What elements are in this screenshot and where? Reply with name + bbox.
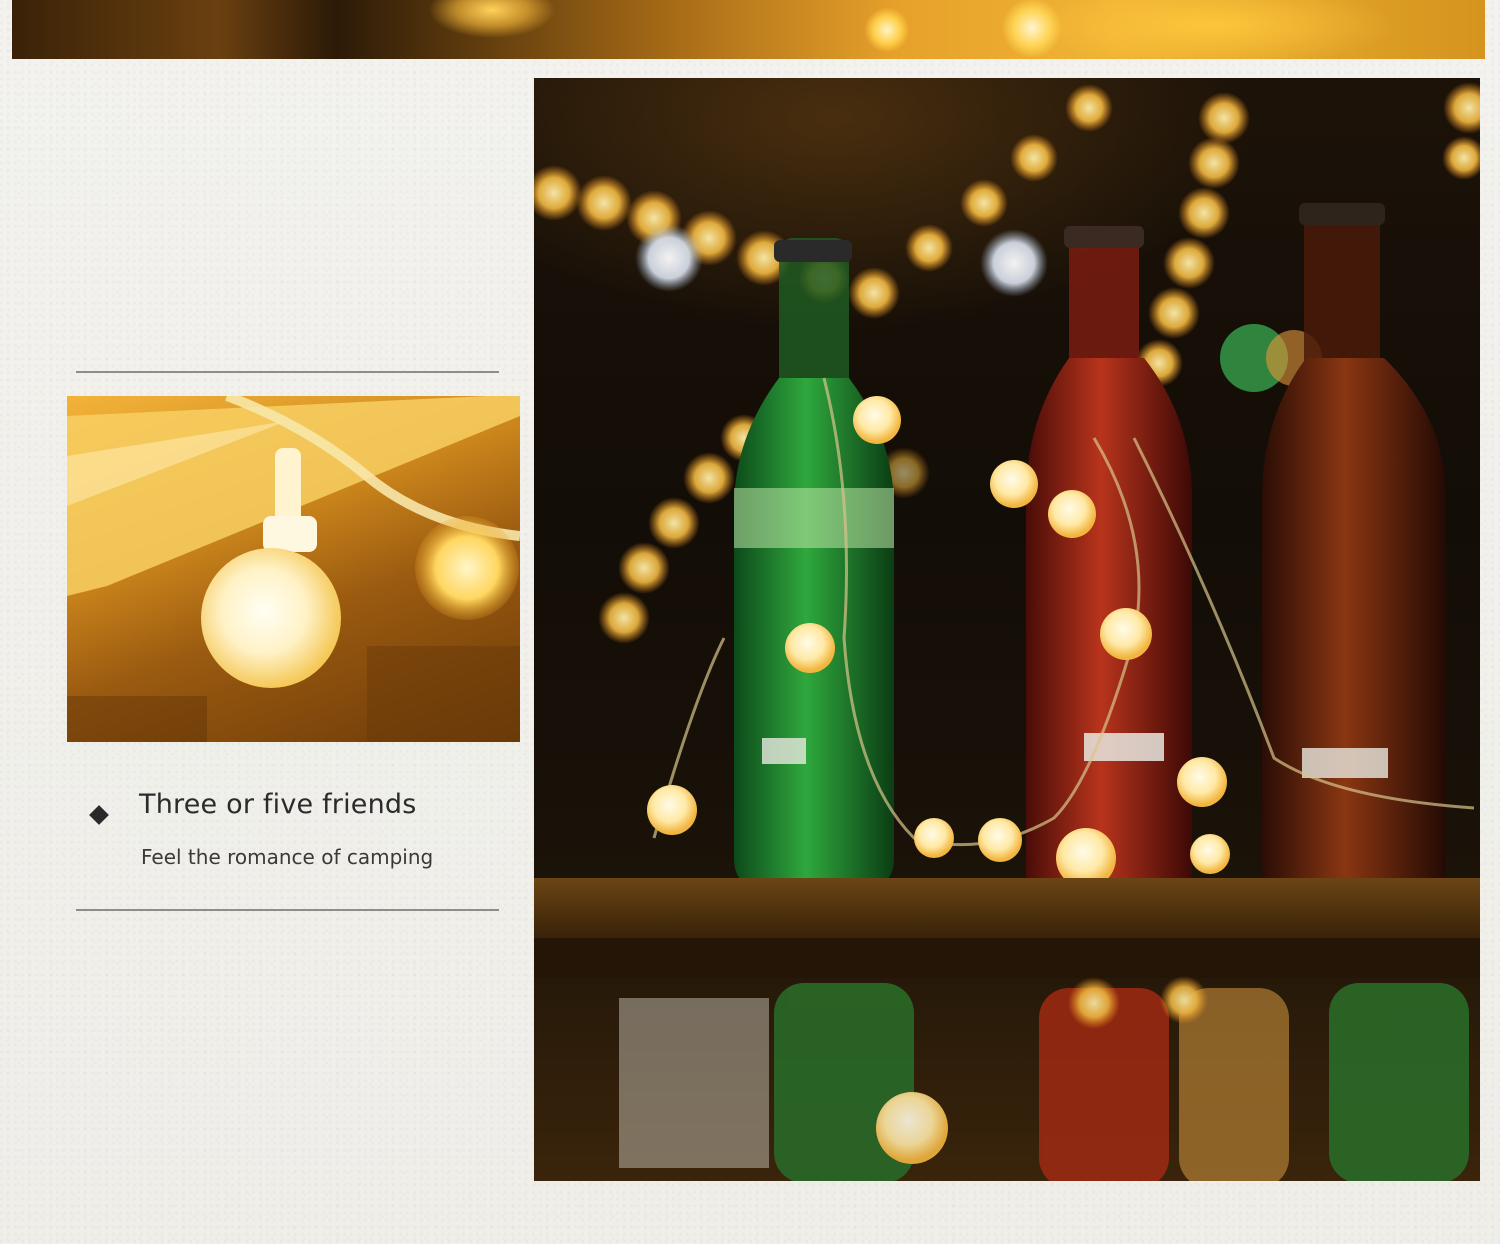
bulb-closeup-illustration xyxy=(67,396,520,742)
feature-subheading: Feel the romance of camping xyxy=(141,845,434,869)
feature-heading: Three or five friends xyxy=(139,789,417,820)
green-bottle xyxy=(734,238,894,888)
bulb-closeup-photo xyxy=(67,396,520,742)
brown-bottle xyxy=(1262,203,1446,900)
bottles-photo-illustration xyxy=(534,82,1480,1181)
divider-top xyxy=(76,371,499,373)
bottles-string-lights-photo xyxy=(534,78,1480,1181)
top-banner-photo xyxy=(12,0,1485,59)
divider-bottom xyxy=(76,909,499,911)
